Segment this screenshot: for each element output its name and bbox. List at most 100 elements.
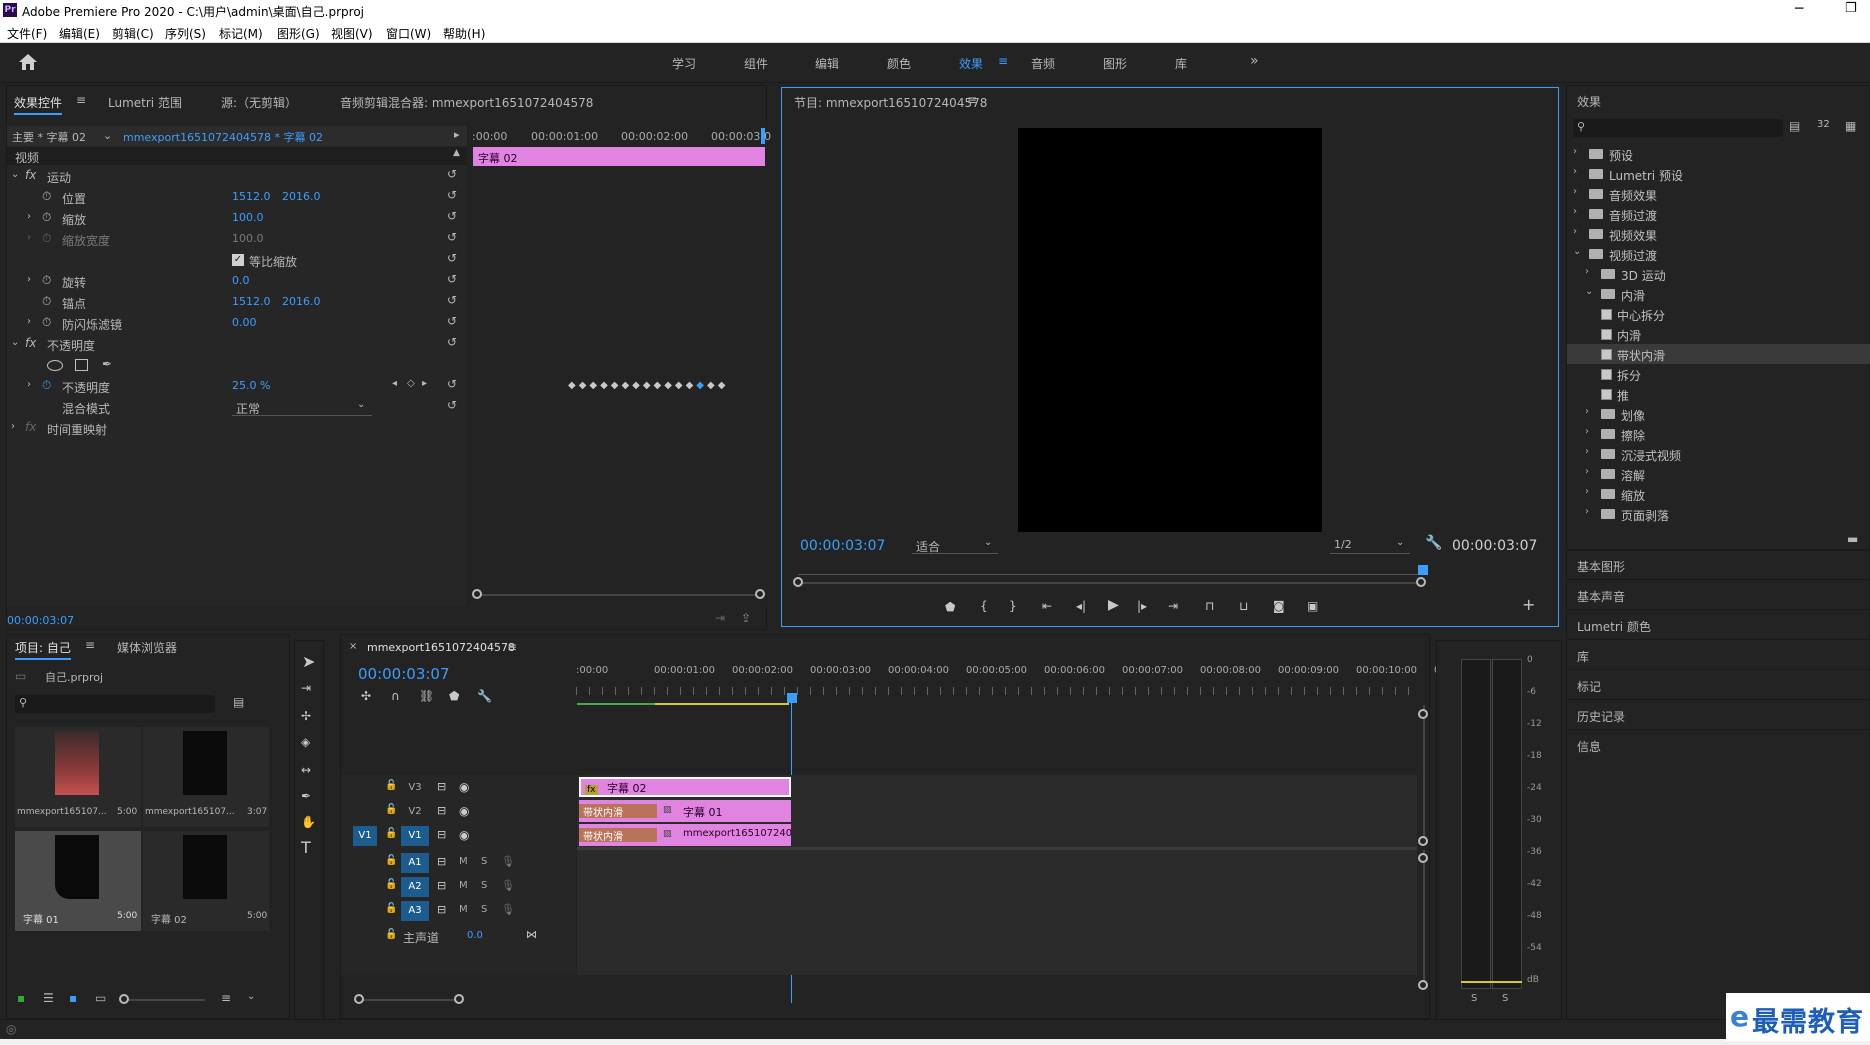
param-value-x[interactable]: 1512.0 [232, 190, 271, 203]
icon-view-icon[interactable]: ▪ [69, 991, 77, 1005]
chevron-right-icon[interactable]: › [1585, 426, 1589, 437]
add-marker-icon[interactable]: ⬟ [449, 689, 459, 703]
rectangle-mask-icon[interactable] [75, 359, 88, 371]
param-value-y[interactable]: 2016.0 [282, 190, 321, 203]
linked-selection-icon[interactable]: ⛓ [419, 689, 434, 703]
menu-marker[interactable]: 标记(M) [219, 25, 263, 42]
keyframe-icon[interactable]: ◆◆◆◆◆◆◆◆◆◆◆◆ [568, 380, 696, 391]
solo-button[interactable]: S [481, 856, 487, 867]
project-search-input[interactable]: ⚲ [15, 695, 215, 713]
go-to-in-icon[interactable]: ⇤ [1042, 599, 1052, 613]
ec-clip-dropdown[interactable]: ⌄ [103, 129, 112, 142]
opacity-value[interactable]: 25.0 % [232, 379, 270, 392]
sort-icon[interactable]: ≡ [221, 991, 231, 1005]
chevron-down-icon[interactable]: ⌄ [1585, 286, 1593, 297]
workspace-audio[interactable]: 音频 [1031, 55, 1055, 72]
chevron-right-icon[interactable]: › [1573, 186, 1577, 197]
video-vscroll[interactable] [1423, 705, 1425, 845]
solo-button[interactable]: S [481, 880, 487, 891]
add-keyframe-icon[interactable]: ◇ [407, 378, 415, 389]
sync-lock-icon[interactable]: ⊟ [437, 828, 446, 841]
chevron-right-icon[interactable]: › [1573, 206, 1577, 217]
fit-select[interactable]: 适合 ⌄ [912, 536, 998, 554]
ellipse-mask-icon[interactable] [47, 360, 63, 371]
expand-arrow-icon[interactable]: › [27, 316, 31, 327]
stopwatch-icon[interactable]: ⏱ [42, 210, 51, 225]
menu-clip[interactable]: 剪辑(C) [112, 25, 154, 42]
reset-icon[interactable]: ↺ [447, 167, 457, 181]
mic-icon[interactable]: 🎙 [501, 855, 515, 868]
eye-icon[interactable]: ◉ [459, 780, 469, 794]
param-value-x[interactable]: 1512.0 [232, 295, 271, 308]
chevron-right-icon[interactable]: › [1573, 226, 1577, 237]
ec-scroll-handle-left[interactable] [472, 589, 482, 599]
resolution-select[interactable]: 1/2 ⌄ [1330, 536, 1410, 554]
reset-icon[interactable]: ↺ [447, 377, 457, 391]
zoom-slider[interactable] [125, 999, 205, 1001]
effects-search-input[interactable]: ⚲ [1573, 119, 1783, 137]
effects-tree-item[interactable]: › 划像 [1567, 404, 1870, 424]
pen-tool-icon[interactable]: ✒ [301, 789, 311, 803]
tab-effect-controls[interactable]: 效果控件 [14, 94, 63, 115]
panel-history[interactable]: 历史记录 [1577, 708, 1625, 725]
sync-lock-icon[interactable]: ⊟ [437, 855, 446, 868]
param-value-y[interactable]: 2016.0 [282, 295, 321, 308]
keyframe-selected-icon[interactable]: ◆ [696, 380, 707, 391]
stopwatch-icon[interactable]: ⏱ [42, 189, 51, 204]
expand-arrow-icon[interactable]: ⌄ [11, 337, 19, 348]
sync-lock-icon[interactable]: ⊟ [437, 903, 446, 916]
razor-tool-icon[interactable]: ◈ [301, 735, 310, 749]
solo-right-button[interactable]: S [1502, 993, 1508, 1004]
timeline-tab[interactable]: mmexport1651072404578 [367, 641, 515, 654]
menu-view[interactable]: 视图(V) [331, 25, 373, 42]
effects-tree-item[interactable]: › Lumetri 预设 [1567, 164, 1870, 184]
chevron-down-icon[interactable]: ⌄ [247, 991, 255, 1002]
chevron-right-icon[interactable]: › [1585, 266, 1589, 277]
track-target-a3[interactable]: A3 [401, 901, 429, 921]
panel-lumetri-color[interactable]: Lumetri 颜色 [1577, 618, 1651, 635]
menu-graphics[interactable]: 图形(G) [277, 25, 320, 42]
stopwatch-active-icon[interactable]: ⏱ [42, 378, 51, 393]
eye-icon[interactable]: ◉ [459, 828, 469, 842]
workspace-editing[interactable]: 编辑 [815, 55, 839, 72]
program-zoom-left[interactable] [793, 577, 803, 587]
effects-tree-item[interactable]: 带状内滑 [1567, 344, 1870, 364]
effects-tree-item[interactable]: 推 [1567, 384, 1870, 404]
chevron-right-icon[interactable]: › [1585, 466, 1589, 477]
go-to-end-icon[interactable]: ⋈ [526, 928, 537, 941]
chevron-right-icon[interactable]: › [1585, 506, 1589, 517]
param-value[interactable]: 0.0 [232, 274, 250, 287]
effects-tree-item[interactable]: › 预设 [1567, 144, 1870, 164]
keyframe-icon[interactable]: ◆◆ [707, 380, 728, 391]
new-bin-icon[interactable]: ▬ [1847, 532, 1858, 546]
ec-clip-name[interactable]: mmexport1651072404578 * 字幕 02 [123, 129, 323, 145]
new-search-bin-icon[interactable]: ▤ [233, 695, 244, 709]
panel-info[interactable]: 信息 [1577, 738, 1601, 755]
home-icon[interactable] [18, 53, 38, 71]
lift-icon[interactable]: ⊓ [1205, 599, 1214, 613]
minimize-icon[interactable]: ─ [1795, 1, 1803, 17]
mic-icon[interactable]: 🎙 [501, 903, 515, 916]
filter-icon[interactable]: ⇥ [715, 611, 725, 625]
pen-mask-icon[interactable]: ✒ [102, 357, 112, 371]
workspace-libraries[interactable]: 库 [1175, 55, 1187, 72]
expand-arrow-icon[interactable]: › [11, 421, 15, 432]
eye-icon[interactable]: ◉ [459, 804, 469, 818]
ec-scroll-handle-right[interactable] [755, 589, 765, 599]
workspace-learn[interactable]: 学习 [672, 55, 696, 72]
settings-wrench-icon[interactable]: 🔧 [1425, 535, 1442, 551]
sync-lock-icon[interactable]: ⊟ [437, 780, 446, 793]
panel-menu-icon[interactable]: ≡ [76, 93, 86, 107]
motion-row[interactable]: ⌄ fx 运动 ↺ [7, 166, 467, 187]
lock-icon[interactable]: 🔓 [385, 780, 397, 791]
reset-icon[interactable]: ↺ [447, 335, 457, 349]
video-vscroll-bottom[interactable] [1418, 836, 1428, 846]
effects-tree-item[interactable]: › 3D 运动 [1567, 264, 1870, 284]
track-target-v3[interactable]: V3 [401, 778, 429, 798]
audio-vscroll-bottom[interactable] [1418, 980, 1428, 990]
timeline-hscroll-left[interactable] [354, 994, 364, 1004]
timeline-hscroll[interactable] [359, 999, 459, 1001]
export-icon[interactable]: ⇪ [741, 611, 751, 625]
menu-edit[interactable]: 编辑(E) [59, 25, 100, 42]
mute-button[interactable]: M [459, 856, 468, 867]
